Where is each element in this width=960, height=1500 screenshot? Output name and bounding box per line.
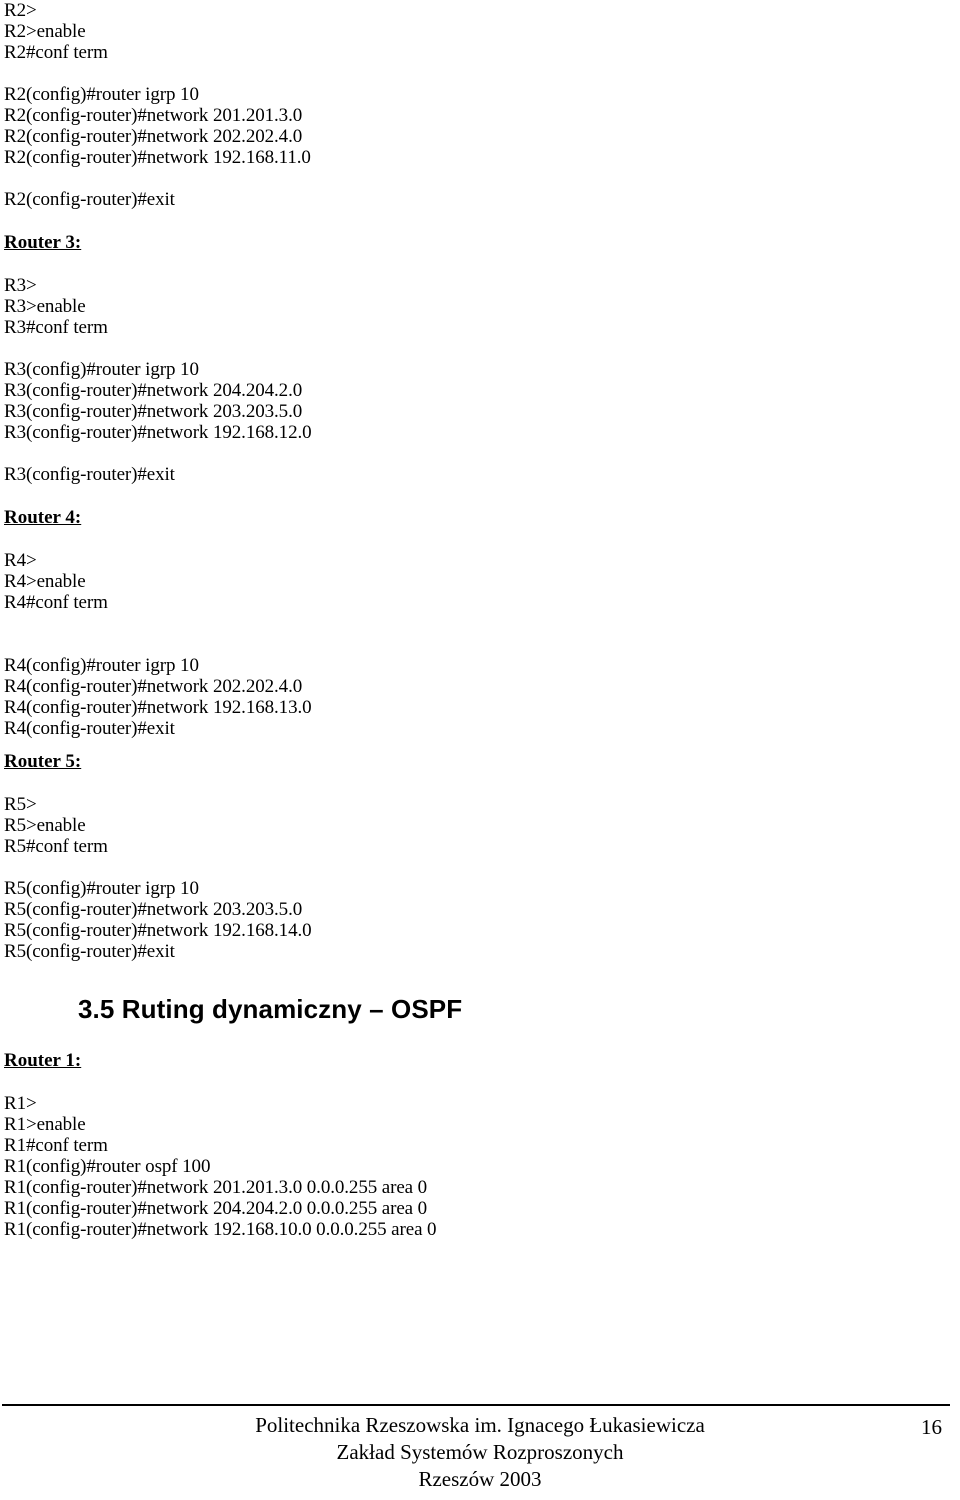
spacer-before-section-heading	[4, 962, 904, 992]
command-line: R2#conf term	[4, 42, 108, 63]
command-line: R5(config-router)#exit	[4, 941, 175, 962]
spacer-after-section-heading	[4, 1026, 904, 1050]
spacer-after-router1-heading	[4, 1071, 904, 1093]
command-line: R1(config)#router ospf 100	[4, 1156, 211, 1177]
command-line: R4(config-router)#network 192.168.13.0	[4, 697, 312, 718]
router4-igrp-block: R4> R4>enable R4#conf term R4(config)#rout…	[4, 550, 904, 739]
spacer-after-router3	[4, 485, 904, 507]
router3-heading-row: Router 3:	[4, 232, 904, 253]
command-line: R2>	[4, 0, 37, 21]
page-number: 16	[921, 1415, 942, 1439]
page-body: R2> R2>enable R2#conf term R2(config)#rout…	[4, 0, 904, 1240]
command-line: R1>enable	[4, 1114, 86, 1135]
command-line: R4(config-router)#exit	[4, 718, 175, 739]
command-line: R2>enable	[4, 21, 86, 42]
router5-heading-row: Router 5:	[4, 751, 904, 772]
command-line: R3#conf term	[4, 317, 108, 338]
section-heading-ospf: 3.5 Ruting dynamiczny – OSPF	[78, 994, 463, 1024]
router1-heading-row: Router 1:	[4, 1050, 904, 1071]
spacer-after-router3-heading	[4, 253, 904, 275]
command-line: R4(config-router)#network 202.202.4.0	[4, 676, 303, 697]
footer-city-year-line: Rzeszów 2003	[418, 1467, 542, 1491]
footer-text-block: Politechnika Rzeszowska im. Ignacego Łuk…	[0, 1412, 960, 1493]
command-line: R2(config)#router igrp 10	[4, 84, 199, 105]
router1-heading: Router 1:	[4, 1050, 82, 1071]
command-line: R5(config-router)#network 203.203.5.0	[4, 899, 303, 920]
router3-heading: Router 3:	[4, 232, 82, 253]
router2-igrp-block: R2> R2>enable R2#conf term R2(config)#rout…	[4, 0, 904, 210]
command-line: R4(config)#router igrp 10	[4, 655, 199, 676]
command-line: R2(config-router)#network 201.201.3.0	[4, 105, 303, 126]
router4-heading-row: Router 4:	[4, 507, 904, 528]
command-line: R4>	[4, 550, 37, 571]
command-line: R2(config-router)#exit	[4, 189, 175, 210]
command-line: R1(config-router)#network 192.168.10.0 0…	[4, 1219, 437, 1240]
command-line: R5>	[4, 794, 37, 815]
command-line: R4>enable	[4, 571, 86, 592]
command-line: R5(config)#router igrp 10	[4, 878, 199, 899]
footer-institution-line: Politechnika Rzeszowska im. Ignacego Łuk…	[255, 1413, 705, 1437]
router5-igrp-block: R5> R5>enable R5#conf term R5(config)#rout…	[4, 794, 904, 962]
spacer-after-router4	[4, 739, 904, 751]
command-line: R5(config-router)#network 192.168.14.0	[4, 920, 312, 941]
command-line: R5#conf term	[4, 836, 108, 857]
command-line: R3(config-router)#network 204.204.2.0	[4, 380, 303, 401]
router1-ospf-block: R1> R1>enable R1#conf term R1(config)#route…	[4, 1093, 904, 1240]
command-line: R1#conf term	[4, 1135, 108, 1156]
command-line: R1(config-router)#network 201.201.3.0 0.…	[4, 1177, 428, 1198]
command-line: R4#conf term	[4, 592, 108, 613]
router5-heading: Router 5:	[4, 751, 82, 772]
spacer-after-router2	[4, 210, 904, 232]
footer-divider	[2, 1404, 950, 1406]
document-page: R2> R2>enable R2#conf term R2(config)#rout…	[0, 0, 960, 1500]
router4-heading: Router 4:	[4, 507, 82, 528]
command-line: R5>enable	[4, 815, 86, 836]
command-line: R2(config-router)#network 192.168.11.0	[4, 147, 311, 168]
command-line: R3(config-router)#exit	[4, 464, 175, 485]
command-line: R3>	[4, 275, 37, 296]
router3-igrp-block: R3> R3>enable R3#conf term R3(config)#rout…	[4, 275, 904, 485]
spacer-after-router5-heading	[4, 772, 904, 794]
command-line: R3(config-router)#network 203.203.5.0	[4, 401, 303, 422]
command-line: R2(config-router)#network 202.202.4.0	[4, 126, 303, 147]
spacer-after-router4-heading	[4, 528, 904, 550]
command-line: R1(config-router)#network 204.204.2.0 0.…	[4, 1198, 428, 1219]
command-line: R3(config-router)#network 192.168.12.0	[4, 422, 312, 443]
command-line: R3(config)#router igrp 10	[4, 359, 199, 380]
command-line: R3>enable	[4, 296, 86, 317]
command-line: R1>	[4, 1093, 37, 1114]
footer-department-line: Zakład Systemów Rozproszonych	[336, 1440, 624, 1464]
